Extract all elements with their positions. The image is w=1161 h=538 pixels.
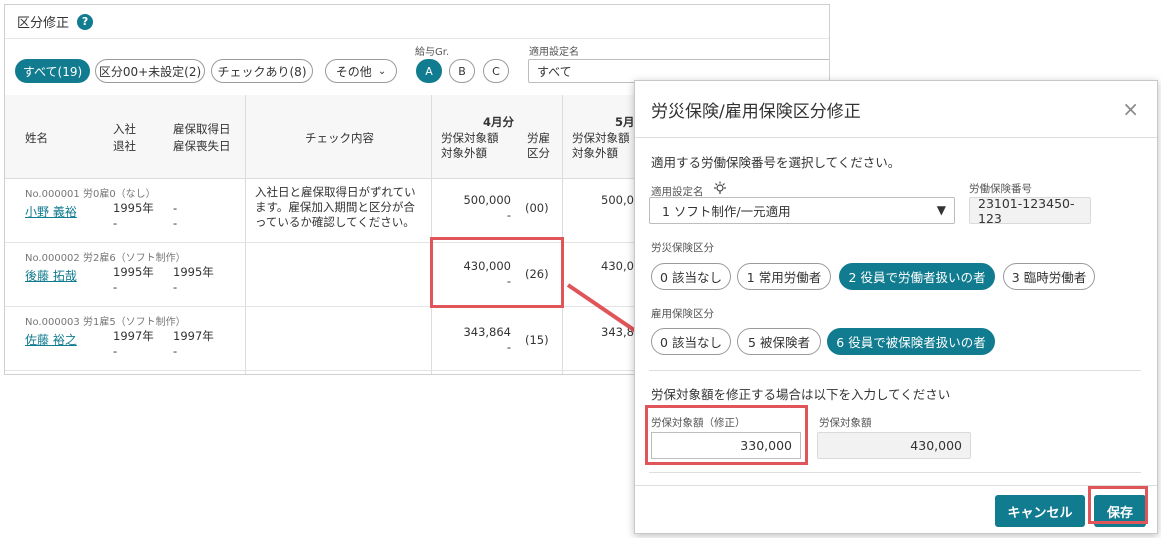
dialog-header: 労災保険/雇用保険区分修正 × xyxy=(635,81,1157,138)
setting-name-select[interactable]: 1 ソフト制作/一元適用 ▼ xyxy=(649,197,955,224)
rousai-option-1[interactable]: 1 常用労働者 xyxy=(737,263,831,290)
rousai-option-0[interactable]: 0 該当なし xyxy=(651,263,731,290)
insurance-number-value: 23101-123450-123 xyxy=(969,196,1091,226)
highlight-box xyxy=(645,405,808,465)
amount-note: 労保対象額を修正する場合は以下を入力してください xyxy=(651,387,951,402)
original-amount-label: 労保対象額 xyxy=(819,417,872,429)
koyou-option-0[interactable]: 0 該当なし xyxy=(651,328,731,355)
dialog-instruction: 適用する労働保険番号を選択してください。 xyxy=(651,155,901,170)
divider xyxy=(649,370,1141,371)
dialog-footer: キャンセル 保存 xyxy=(635,485,1157,535)
setting-name-value: 1 ソフト制作/一元適用 xyxy=(662,204,791,219)
insurance-number-label: 労働保険番号 xyxy=(969,183,1032,195)
rousai-option-2[interactable]: 2 役員で労働者扱いの者 xyxy=(839,263,995,290)
dialog-title: 労災保険/雇用保険区分修正 xyxy=(651,101,861,122)
close-icon[interactable]: × xyxy=(1122,99,1139,119)
rousai-option-3[interactable]: 3 臨時労働者 xyxy=(1003,263,1095,290)
classification-dialog: 労災保険/雇用保険区分修正 × 適用する労働保険番号を選択してください。 適用設… xyxy=(634,80,1158,534)
highlight-box xyxy=(1088,486,1148,524)
lightbulb-icon xyxy=(713,181,727,198)
koyou-option-5[interactable]: 5 被保険者 xyxy=(737,328,821,355)
original-amount-value: 430,000 xyxy=(817,432,971,459)
caret-down-icon: ▼ xyxy=(936,203,946,217)
rousai-label: 労災保険区分 xyxy=(651,242,714,254)
koyou-label: 雇用保険区分 xyxy=(651,308,714,320)
cancel-button[interactable]: キャンセル xyxy=(995,495,1085,527)
divider xyxy=(649,472,1141,473)
koyou-option-6[interactable]: 6 役員で被保険者扱いの者 xyxy=(827,328,995,355)
